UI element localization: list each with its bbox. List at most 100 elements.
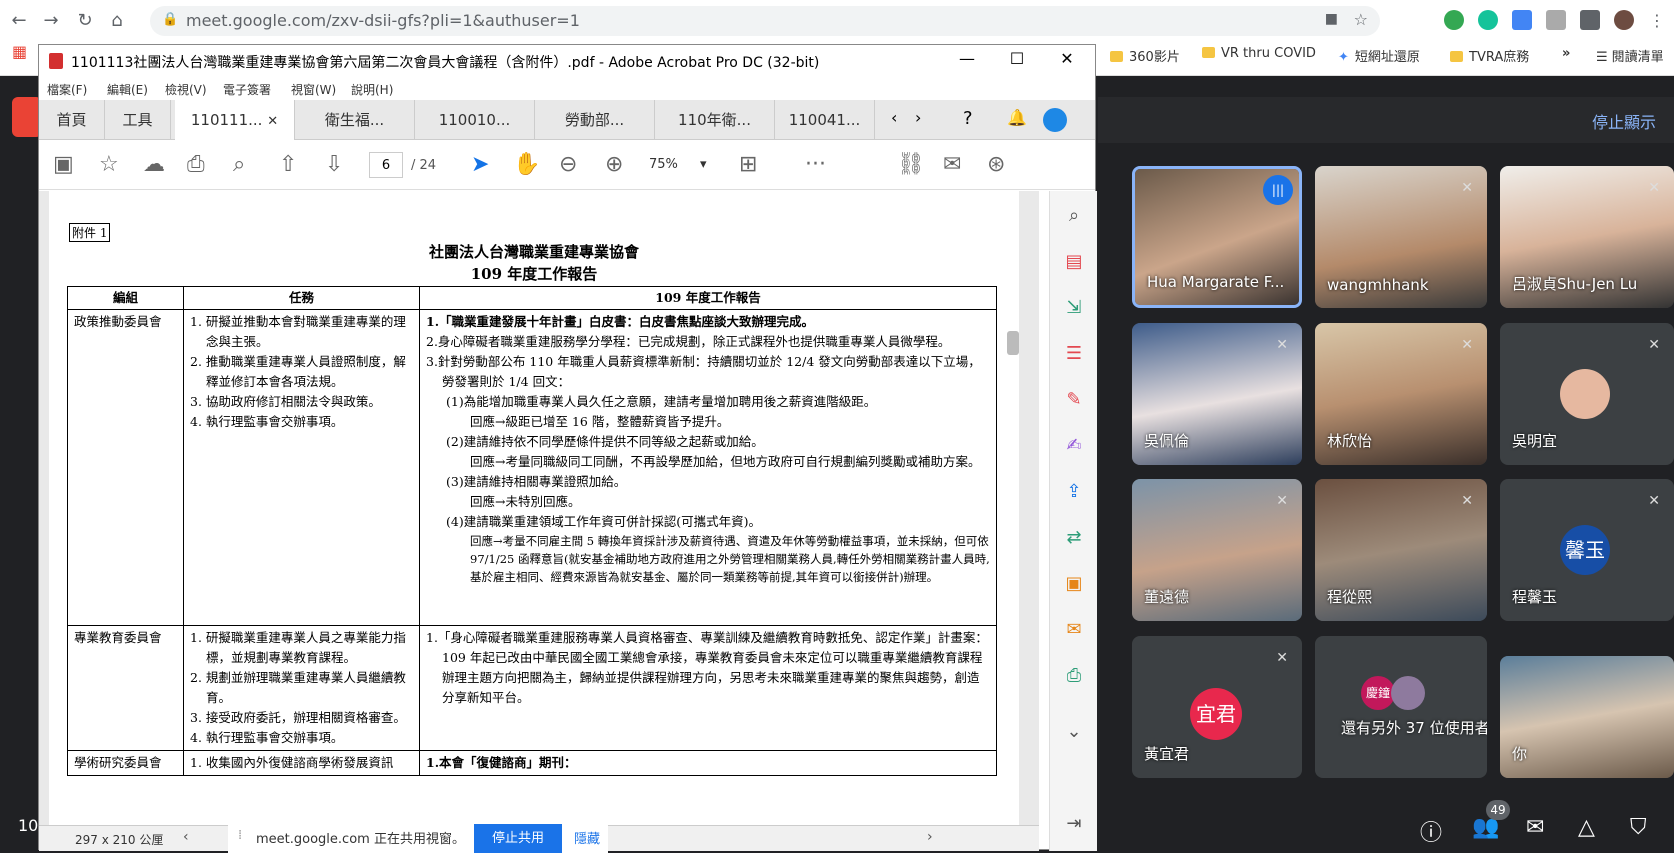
chevron-down-icon[interactable]: ⌄ (1063, 721, 1085, 743)
zoom-search-icon[interactable]: ⌕ (1063, 205, 1085, 227)
help-icon[interactable]: ? (963, 108, 973, 129)
menu-file[interactable]: 檔案(F) (47, 81, 87, 98)
participant-tile[interactable]: ✕ wangmhhank (1315, 166, 1487, 308)
tab-document[interactable]: 衛生福... (295, 100, 415, 140)
docs-icon[interactable] (1512, 10, 1532, 30)
zoom-out-icon[interactable]: ⊖ (559, 152, 577, 177)
share-link-icon[interactable]: ⛓ (897, 152, 925, 177)
participant-tile[interactable]: ✕ 呂淑貞Shu-Jen Lu (1500, 166, 1674, 308)
participant-name: 吳佩倫 (1144, 432, 1190, 450)
tab-prev-icon[interactable]: ‹ (891, 108, 897, 127)
chat-icon[interactable]: ✉ (1526, 815, 1544, 840)
reload-icon[interactable]: ↻ (72, 8, 98, 34)
edit-pdf-icon[interactable]: ✎ (1063, 389, 1085, 411)
home-icon[interactable]: ⌂ (104, 8, 130, 34)
pdf-page: 附件 1 社團法人台灣職業重建專業協會 109 年度工作報告 編組 任務 109… (49, 191, 1019, 825)
grammarly-icon[interactable] (1478, 10, 1498, 30)
organize-pages-icon[interactable]: ☰ (1063, 343, 1085, 365)
account-icon[interactable] (1043, 108, 1067, 132)
more-icon[interactable]: ··· (805, 152, 826, 177)
upload-icon[interactable]: ☁ (143, 152, 165, 177)
fill-sign-icon[interactable]: ✍ (1063, 435, 1085, 457)
tab-document[interactable]: 勞動部... (535, 100, 655, 140)
participant-tile[interactable]: ||| Hua Margarate F... (1132, 166, 1302, 308)
select-tool-icon[interactable]: ➤ (471, 152, 489, 177)
print-icon[interactable]: ⎙ (187, 152, 205, 177)
fit-page-icon[interactable]: ⊞ (739, 152, 757, 177)
print-production-icon[interactable]: ⎙ (1063, 665, 1085, 687)
protect-icon[interactable]: ▣ (1063, 573, 1085, 595)
comment-icon[interactable]: ✉ (1063, 619, 1085, 641)
tab-document[interactable]: 110010... (415, 100, 535, 140)
tab-document[interactable]: 110041... (775, 100, 875, 140)
camera-icon[interactable]: ■ (1325, 11, 1338, 27)
address-bar[interactable]: 🔒 meet.google.com/zxv-dsii-gfs?pli=1&aut… (150, 6, 1380, 36)
menu-esign[interactable]: 電子簽署 (223, 81, 271, 98)
create-pdf-icon[interactable]: ▤ (1063, 251, 1085, 273)
back-icon[interactable]: ← (6, 8, 32, 34)
forward-icon[interactable]: → (38, 8, 64, 34)
reading-list[interactable]: ☰ 閱讀清單 (1596, 46, 1664, 65)
tab-home[interactable]: 首頁 (39, 100, 105, 140)
bookmarks-overflow[interactable]: » (1562, 46, 1570, 61)
tab-tools[interactable]: 工具 (105, 100, 171, 140)
menu-help[interactable]: 說明(H) (351, 81, 393, 98)
scroll-right-icon[interactable]: › (927, 829, 933, 845)
close-tab-icon[interactable]: ✕ (267, 114, 278, 129)
star-icon[interactable]: ☆ (99, 152, 119, 177)
participant-tile[interactable]: 慶鐘 還有另外 37 位使用者 (1315, 636, 1487, 778)
hand-tool-icon[interactable]: ✋ (513, 152, 540, 177)
bell-icon[interactable]: 🔔 (1007, 108, 1027, 127)
participant-tile[interactable]: ✕ 林欣怡 (1315, 323, 1487, 465)
collapse-pane-icon[interactable]: ⇥ (1063, 813, 1085, 835)
stop-presenting-button[interactable]: 停止顯示 (1592, 109, 1656, 133)
email-icon[interactable]: ✉ (943, 152, 961, 177)
star-icon[interactable]: ☆ (1354, 10, 1368, 29)
extensions-icon[interactable] (1580, 10, 1600, 30)
scroll-left-icon[interactable]: ‹ (183, 829, 189, 845)
zoom-search-icon[interactable]: ⌕ (233, 152, 245, 177)
bookmark-item[interactable]: TVRA庶務 (1450, 46, 1529, 65)
compare-icon[interactable]: ⇄ (1063, 527, 1085, 549)
zoom-in-icon[interactable]: ⊕ (605, 152, 623, 177)
participant-tile[interactable]: ✕ 董遠德 (1132, 479, 1302, 621)
export-pdf-icon[interactable]: ⇲ (1063, 297, 1085, 319)
info-icon[interactable]: ⓘ (1420, 815, 1442, 847)
bookmark-item[interactable]: ✦ 短網址還原 (1338, 46, 1420, 65)
drag-handle-icon[interactable]: ⁞ (238, 828, 242, 843)
cast-icon[interactable] (1546, 10, 1566, 30)
hide-button[interactable]: 隱藏 (574, 828, 600, 847)
participant-tile[interactable]: 宜君 ✕ 黃宜君 (1132, 636, 1302, 778)
scrollbar-thumb[interactable] (1007, 331, 1019, 355)
save-icon[interactable]: ▣ (53, 152, 74, 177)
bookmark-item[interactable]: VR thru COVID (1202, 46, 1316, 61)
bookmark-item[interactable]: 360影片 (1110, 46, 1180, 65)
participant-tile[interactable]: ✕ 吳明宜 (1500, 323, 1674, 465)
menu-window[interactable]: 視窗(W) (291, 81, 336, 98)
tab-document[interactable]: 110年衛... (655, 100, 775, 140)
menu-edit[interactable]: 編輯(E) (107, 81, 148, 98)
stop-sharing-button[interactable]: 停止共用 (474, 824, 562, 853)
apps-icon[interactable]: ▦ (12, 42, 27, 61)
minimize-button[interactable]: — (947, 49, 987, 68)
participant-tile[interactable]: ✕ 程從熙 (1315, 479, 1487, 621)
tab-document[interactable]: 110111... ✕ (175, 100, 295, 140)
tab-next-icon[interactable]: › (915, 108, 921, 127)
next-page-icon[interactable]: ⇩ (325, 152, 343, 177)
profile-avatar[interactable] (1614, 10, 1634, 30)
participant-tile[interactable]: 你 (1500, 656, 1674, 778)
maximize-button[interactable]: ☐ (997, 49, 1037, 68)
evernote-icon[interactable] (1444, 10, 1464, 30)
zoom-select[interactable]: 75% ▾ (649, 157, 707, 172)
prev-page-icon[interactable]: ⇧ (279, 152, 297, 177)
menu-icon[interactable]: ⋮ (1644, 8, 1670, 34)
participant-tile[interactable]: 馨玉 ✕ 程馨玉 (1500, 479, 1674, 621)
close-button[interactable]: ✕ (1047, 49, 1087, 68)
host-controls-icon[interactable]: ⛉ (1630, 815, 1647, 840)
participant-tile[interactable]: ✕ 吳佩倫 (1132, 323, 1302, 465)
page-number-input[interactable]: 6 (369, 152, 403, 178)
activities-icon[interactable]: △ (1578, 815, 1595, 840)
menu-view[interactable]: 檢視(V) (165, 81, 207, 98)
send-icon[interactable]: ⇪ (1063, 481, 1085, 503)
add-user-icon[interactable]: ⊛ (987, 152, 1005, 177)
